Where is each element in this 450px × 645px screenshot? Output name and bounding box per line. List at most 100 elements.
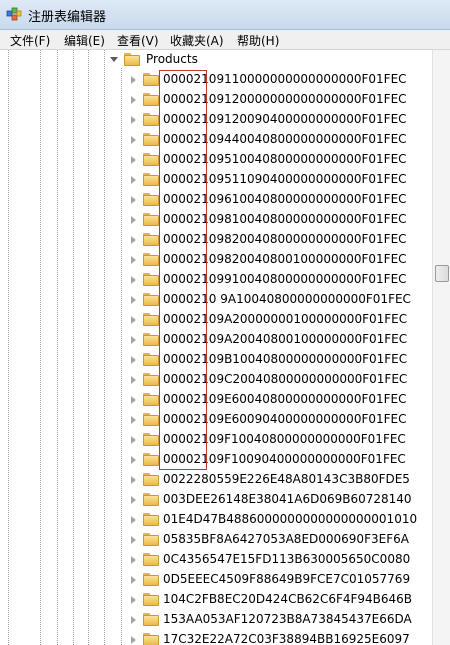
collapsed-arrow-icon[interactable] — [131, 396, 136, 404]
collapsed-arrow-icon[interactable] — [131, 116, 136, 124]
collapsed-arrow-icon[interactable] — [131, 156, 136, 164]
folder-icon — [143, 433, 159, 446]
collapsed-arrow-icon[interactable] — [131, 416, 136, 424]
collapsed-arrow-icon[interactable] — [131, 196, 136, 204]
tree-node-product-key[interactable]: 153AA053AF120723B8A73845437E66DA — [0, 610, 432, 630]
tree-node-product-key[interactable]: 0022280559E226E48A80143C3B80FDE5 — [0, 470, 432, 490]
tree-node-product-key[interactable]: 17C32E22A72C03F38894BB16925E6097 — [0, 630, 432, 645]
tree-node-product-key[interactable]: 104C2FB8EC20D424CB62C6F4F94B646B — [0, 590, 432, 610]
tree-node-product-key[interactable]: 00002109F10040800000000000F01FEC — [0, 430, 432, 450]
tree-node-product-key[interactable]: 00002109120000000000000000F01FEC — [0, 90, 432, 110]
tree-node-label: 153AA053AF120723B8A73845437E66DA — [163, 612, 412, 626]
collapsed-arrow-icon[interactable] — [131, 96, 136, 104]
tree-node-label: 00002109440040800000000000F01FEC — [163, 132, 407, 146]
tree-node-product-key[interactable]: 00002109120090400000000000F01FEC — [0, 110, 432, 130]
tree-node-label: 0000210 9A10040800000000000F01FEC — [163, 292, 411, 306]
tree-node-products[interactable]: Products — [0, 50, 432, 70]
tree-node-product-key[interactable]: 00002109E60040800000000000F01FEC — [0, 390, 432, 410]
collapsed-arrow-icon[interactable] — [131, 136, 136, 144]
collapsed-arrow-icon[interactable] — [131, 476, 136, 484]
registry-tree[interactable]: Products 00002109110000000000000000F01FE… — [0, 50, 432, 645]
collapsed-arrow-icon[interactable] — [131, 576, 136, 584]
tree-node-label: 0022280559E226E48A80143C3B80FDE5 — [163, 472, 410, 486]
collapsed-arrow-icon[interactable] — [131, 216, 136, 224]
tree-node-product-key[interactable]: 00002109440040800000000000F01FEC — [0, 130, 432, 150]
tree-node-product-key[interactable]: 00002109910040800000000000F01FEC — [0, 270, 432, 290]
folder-icon — [143, 193, 159, 206]
folder-icon — [143, 593, 159, 606]
folder-icon — [143, 333, 159, 346]
tree-node-label: 00002109F10090400000000000F01FEC — [163, 452, 406, 466]
tree-node-label: 00002109820040800000000000F01FEC — [163, 232, 407, 246]
tree-node-product-key[interactable]: 0D5EEEC4509F88649B9FCE7C01057769 — [0, 570, 432, 590]
collapsed-arrow-icon[interactable] — [131, 616, 136, 624]
tree-node-product-key[interactable]: 0000210 9A10040800000000000F01FEC — [0, 290, 432, 310]
folder-icon — [143, 473, 159, 486]
menu-favorites[interactable]: 收藏夹(A) — [170, 32, 224, 49]
collapsed-arrow-icon[interactable] — [131, 176, 136, 184]
collapsed-arrow-icon[interactable] — [131, 336, 136, 344]
menu-file[interactable]: 文件(F) — [10, 32, 50, 49]
tree-node-product-key[interactable]: 00002109110000000000000000F01FEC — [0, 70, 432, 90]
scrollbar-thumb[interactable] — [435, 265, 449, 282]
folder-icon — [143, 173, 159, 186]
tree-node-product-key[interactable]: 00002109F10090400000000000F01FEC — [0, 450, 432, 470]
tree-node-label: 00002109510040800000000000F01FEC — [163, 152, 407, 166]
tree-node-product-key[interactable]: 00002109610040800000000000F01FEC — [0, 190, 432, 210]
menu-help[interactable]: 帮助(H) — [237, 32, 279, 49]
collapsed-arrow-icon[interactable] — [131, 76, 136, 84]
tree-node-label: 00002109E60040800000000000F01FEC — [163, 392, 407, 406]
tree-node-product-key[interactable]: 00002109511090400000000000F01FEC — [0, 170, 432, 190]
menu-edit[interactable]: 编辑(E) — [64, 32, 105, 49]
tree-node-product-key[interactable]: 003DEE26148E38041A6D069B60728140 — [0, 490, 432, 510]
tree-node-label: 01E4D47B4886000000000000000001010 — [163, 512, 418, 526]
tree-node-label: 003DEE26148E38041A6D069B60728140 — [163, 492, 412, 506]
collapsed-arrow-icon[interactable] — [131, 376, 136, 384]
tree-node-product-key[interactable]: 00002109820040800100000000F01FEC — [0, 250, 432, 270]
tree-node-label: 17C32E22A72C03F38894BB16925E6097 — [163, 632, 410, 645]
vertical-scrollbar[interactable] — [432, 50, 450, 645]
folder-icon — [143, 253, 159, 266]
collapsed-arrow-icon[interactable] — [131, 236, 136, 244]
folder-icon — [143, 73, 159, 86]
tree-node-product-key[interactable]: 00002109C20040800000000000F01FEC — [0, 370, 432, 390]
folder-icon — [143, 373, 159, 386]
collapsed-arrow-icon[interactable] — [131, 536, 136, 544]
folder-icon — [143, 93, 159, 106]
collapsed-arrow-icon[interactable] — [131, 456, 136, 464]
tree-node-label: 00002109120000000000000000F01FEC — [163, 92, 407, 106]
collapsed-arrow-icon[interactable] — [131, 496, 136, 504]
folder-icon — [143, 313, 159, 326]
tree-node-product-key[interactable]: 00002109810040800000000000F01FEC — [0, 210, 432, 230]
tree-node-product-key[interactable]: 01E4D47B4886000000000000000001010 — [0, 510, 432, 530]
tree-node-product-key[interactable]: 00002109B10040800000000000F01FEC — [0, 350, 432, 370]
window-title: 注册表编辑器 — [28, 10, 107, 25]
collapsed-arrow-icon[interactable] — [131, 596, 136, 604]
tree-node-label: 00002109B10040800000000000F01FEC — [163, 352, 408, 366]
tree-node-label: Products — [146, 52, 198, 66]
collapsed-arrow-icon[interactable] — [131, 516, 136, 524]
tree-node-label: 00002109E60090400000000000F01FEC — [163, 412, 407, 426]
tree-node-product-key[interactable]: 05835BF8A6427053A8ED000690F3EF6A — [0, 530, 432, 550]
collapsed-arrow-icon[interactable] — [131, 296, 136, 304]
menu-view[interactable]: 查看(V) — [117, 32, 159, 49]
collapsed-arrow-icon[interactable] — [131, 316, 136, 324]
collapsed-arrow-icon[interactable] — [131, 256, 136, 264]
tree-node-product-key[interactable]: 00002109820040800000000000F01FEC — [0, 230, 432, 250]
collapsed-arrow-icon[interactable] — [131, 276, 136, 284]
tree-node-product-key[interactable]: 00002109510040800000000000F01FEC — [0, 150, 432, 170]
tree-node-product-key[interactable]: 00002109A20000000100000000F01FEC — [0, 310, 432, 330]
folder-icon — [143, 413, 159, 426]
folder-icon — [143, 293, 159, 306]
collapsed-arrow-icon[interactable] — [131, 356, 136, 364]
expand-arrow-icon[interactable] — [110, 57, 118, 62]
tree-node-product-key[interactable]: 00002109E60090400000000000F01FEC — [0, 410, 432, 430]
tree-node-product-key[interactable]: 00002109A20040800100000000F01FEC — [0, 330, 432, 350]
tree-node-label: 00002109120090400000000000F01FEC — [163, 112, 407, 126]
collapsed-arrow-icon[interactable] — [131, 556, 136, 564]
collapsed-arrow-icon[interactable] — [131, 436, 136, 444]
collapsed-arrow-icon[interactable] — [131, 636, 136, 644]
tree-node-label: 00002109A20040800100000000F01FEC — [163, 332, 408, 346]
tree-node-product-key[interactable]: 0C4356547E15FD113B630005650C0080 — [0, 550, 432, 570]
tree-node-label: 00002109910040800000000000F01FEC — [163, 272, 407, 286]
